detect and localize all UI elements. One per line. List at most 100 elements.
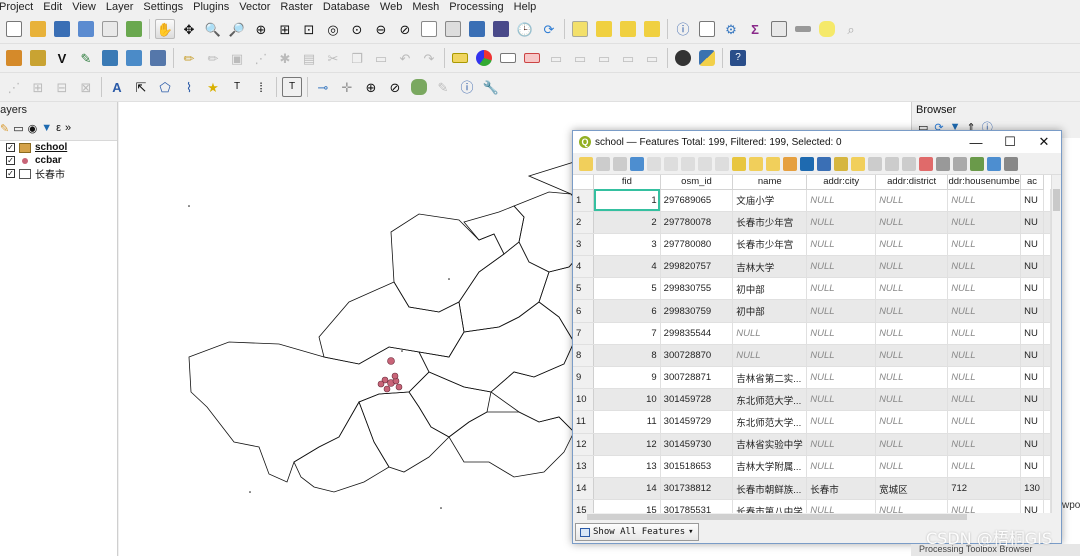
zoom-native-icon[interactable]: ⊙ (347, 19, 367, 39)
toolbox-gear-icon[interactable]: ⚙ (721, 19, 741, 39)
cell-name[interactable]: 长春市第八中学 (732, 499, 808, 513)
cell-name[interactable]: 初中部 (732, 277, 808, 301)
layer-item-changchun[interactable]: ✓ 长春市 (0, 167, 117, 181)
row-number-cell[interactable]: 12 (573, 433, 595, 456)
label-move-icon[interactable]: ▭ (570, 48, 590, 68)
help-icon[interactable]: ? (728, 48, 748, 68)
menu-processing[interactable]: Processing (444, 0, 508, 15)
cell-district[interactable]: NULL (875, 299, 949, 323)
cell-fid[interactable]: 11 (593, 410, 661, 434)
conditional-formatting-icon[interactable] (936, 156, 950, 171)
cell-city[interactable]: 长春市 (806, 477, 877, 501)
table-row[interactable]: 15 15 301785531 长春市第八中学 NULL NULL NULL NU (573, 499, 1051, 513)
bookmark-icon[interactable] (467, 19, 487, 39)
cell-district[interactable]: NULL (875, 211, 949, 234)
layer-item-school[interactable]: ✓ school (0, 141, 117, 154)
statistics-sum-icon[interactable]: Σ (745, 19, 765, 39)
paste-icon[interactable] (715, 156, 729, 171)
row-number-cell[interactable]: 5 (573, 277, 595, 301)
cell-osm_id[interactable]: 299835544 (660, 322, 734, 345)
reload-icon[interactable] (630, 156, 644, 171)
cell-ac[interactable]: NU (1020, 388, 1044, 412)
cell-house[interactable]: NULL (947, 322, 1022, 345)
menu-plugins[interactable]: Plugins (188, 0, 234, 15)
pan-icon[interactable]: ✋ (155, 19, 175, 39)
cell-fid[interactable]: 2 (593, 211, 661, 234)
menu-edit[interactable]: Edit (38, 0, 67, 15)
add-geometry-icon[interactable]: ⊕ (361, 77, 381, 97)
row-number-cell[interactable]: 14 (573, 477, 595, 501)
cell-house[interactable]: NULL (947, 255, 1022, 279)
cell-house[interactable]: 712 (947, 477, 1022, 501)
cell-fid[interactable]: 12 (593, 433, 661, 456)
cell-district[interactable]: NULL (875, 410, 949, 434)
minimize-icon[interactable]: — (959, 135, 993, 150)
cell-house[interactable]: NULL (947, 211, 1022, 234)
cell-ac[interactable]: NU (1020, 366, 1044, 390)
label-pin-icon[interactable] (498, 48, 518, 68)
cell-district[interactable]: NULL (875, 344, 949, 368)
cell-fid[interactable]: 15 (593, 499, 661, 513)
cell-ac[interactable]: NU (1020, 322, 1044, 345)
zoom-rubberband-icon[interactable]: ⊕ (251, 19, 271, 39)
cell-fid[interactable]: 4 (593, 255, 661, 279)
save-as-icon[interactable] (76, 19, 96, 39)
row-number-cell[interactable]: 6 (573, 299, 595, 323)
temporal-controller-icon[interactable]: 🕒 (515, 19, 535, 39)
menu-vector[interactable]: Vector (234, 0, 275, 15)
cell-house[interactable]: NULL (947, 233, 1022, 257)
cell-name[interactable]: 初中部 (732, 299, 808, 323)
text-annotation-icon[interactable]: A (107, 77, 127, 97)
cell-house[interactable]: NULL (947, 499, 1022, 513)
add-wms-icon[interactable] (124, 48, 144, 68)
cell-fid[interactable]: 10 (593, 388, 661, 412)
menu-web[interactable]: Web (375, 0, 407, 15)
zoom-to-selected-icon[interactable] (851, 156, 865, 171)
label-show-hide-icon[interactable]: ▭ (546, 48, 566, 68)
pan-to-selected-icon[interactable] (834, 156, 848, 171)
column-header-housenumber[interactable]: ddr:housenumbe (947, 175, 1022, 190)
cell-house[interactable]: NULL (947, 388, 1022, 412)
cell-house[interactable]: NULL (947, 277, 1022, 301)
toggle-editing-icon[interactable]: ✏ (179, 48, 199, 68)
cell-fid[interactable]: 14 (593, 477, 661, 501)
save-edits-icon[interactable] (613, 156, 627, 171)
menu-database[interactable]: Database (318, 0, 375, 15)
label-rotate-icon[interactable]: ▭ (594, 48, 614, 68)
row-number-cell[interactable]: 11 (573, 410, 595, 434)
add-vector-layer-icon[interactable]: V (52, 48, 72, 68)
cell-city[interactable]: NULL (806, 344, 877, 368)
layer-visibility-checkbox[interactable]: ✓ (6, 143, 15, 152)
cell-osm_id[interactable]: 299820757 (660, 255, 734, 279)
cell-house[interactable]: NULL (947, 189, 1022, 212)
cell-fid[interactable]: 7 (593, 322, 661, 345)
cell-osm_id[interactable]: 301518653 (660, 455, 734, 478)
cell-house[interactable]: NULL (947, 299, 1022, 323)
row-number-cell[interactable]: 8 (573, 344, 595, 368)
cell-city[interactable]: NULL (806, 455, 877, 478)
filter-expression-icon[interactable]: ε (56, 122, 61, 134)
style-manager-icon[interactable] (124, 19, 144, 39)
refresh-icon[interactable]: ⟳ (539, 19, 559, 39)
maximize-icon[interactable]: ☐ (993, 134, 1027, 150)
row-number-cell[interactable]: 2 (573, 211, 595, 234)
delete-feature-icon[interactable] (664, 156, 678, 171)
cell-osm_id[interactable]: 301459728 (660, 388, 734, 412)
layer-visibility-checkbox[interactable]: ✓ (6, 156, 15, 165)
cell-district[interactable]: NULL (875, 255, 949, 279)
cell-city[interactable]: NULL (806, 211, 877, 234)
identify-icon[interactable]: ⓘ (673, 19, 693, 39)
table-row[interactable]: 6 6 299830759 初中部 NULL NULL NULL NU (573, 299, 1051, 323)
zoom-next-icon[interactable]: ⊘ (395, 19, 415, 39)
cell-osm_id[interactable]: 299830755 (660, 277, 734, 301)
cell-osm_id[interactable]: 301459730 (660, 433, 734, 456)
info-icon[interactable]: ⓘ (457, 77, 477, 97)
cell-name[interactable]: NULL (732, 344, 808, 368)
column-header-name[interactable]: name (732, 175, 808, 190)
shape-digitize-icon[interactable] (409, 77, 429, 97)
cell-city[interactable]: NULL (806, 322, 877, 345)
row-number-cell[interactable]: 4 (573, 255, 595, 279)
column-header-ac[interactable]: ac (1020, 175, 1044, 190)
cell-name[interactable]: NULL (732, 322, 808, 345)
menu-help[interactable]: Help (509, 0, 542, 15)
